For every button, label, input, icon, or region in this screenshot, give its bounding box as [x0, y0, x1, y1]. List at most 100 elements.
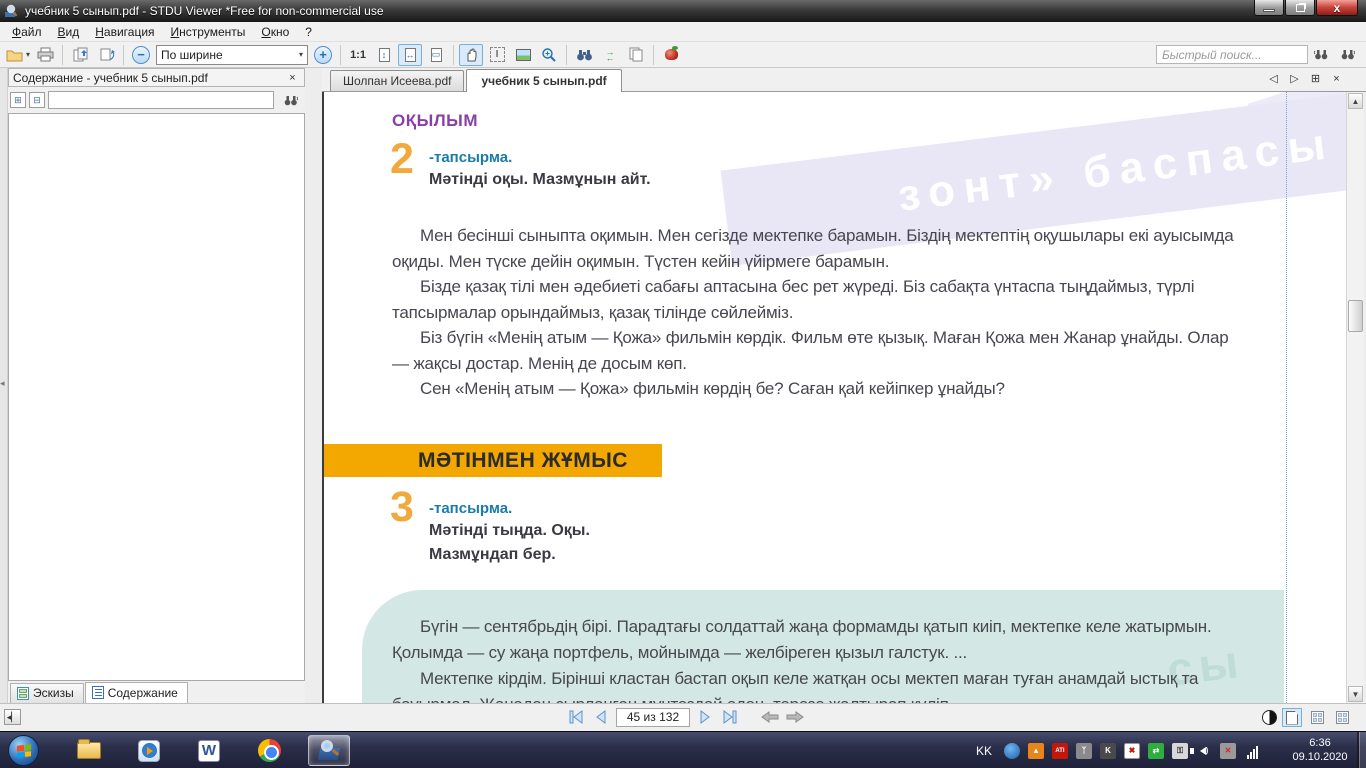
ati-catalyst-icon[interactable]: ATI	[1052, 742, 1068, 759]
fit-height-button[interactable]: ↕	[372, 44, 396, 66]
zoom-out-button[interactable]: −	[129, 44, 153, 66]
vertical-scrollbar[interactable]: ▲ ▼	[1346, 92, 1364, 703]
taskbar-word[interactable]: W	[188, 735, 230, 766]
page-indicator-input[interactable]	[616, 707, 690, 727]
doc-tab-uchebnik-label: учебник 5 сынып.pdf	[481, 74, 607, 88]
tab-close-icon[interactable]: ×	[1329, 71, 1344, 86]
text-select-button[interactable]: I	[485, 44, 509, 66]
back-arrow-icon	[761, 711, 779, 723]
search-prev-button[interactable]	[1309, 44, 1333, 66]
paragraph: Бізде қазақ тілі мен әдебиеті сабағы апт…	[392, 277, 1195, 322]
last-page-button[interactable]	[720, 707, 740, 727]
task2-instruction: Мәтінді оқы. Мазмұнын айт.	[429, 171, 651, 188]
power-plug-icon[interactable]: ⚿	[1172, 742, 1188, 759]
split-view-alt-button[interactable]	[1332, 708, 1352, 727]
scroll-down-button[interactable]: ▼	[1348, 686, 1363, 702]
taskbar-stdu-viewer[interactable]	[308, 735, 350, 766]
chrome-icon	[257, 739, 281, 762]
menu-tools[interactable]: Инструменты	[163, 23, 254, 41]
scroll-up-button[interactable]: ▲	[1348, 93, 1363, 109]
page-crop-line	[1286, 92, 1287, 703]
contents-tree[interactable]	[8, 113, 305, 681]
stdu-extra-tool-button[interactable]	[659, 44, 683, 66]
menu-navigation[interactable]: Навигация	[87, 23, 162, 41]
doc-tab-sholpan[interactable]: Шолпан Исеева.pdf	[330, 70, 465, 91]
sync-green-icon[interactable]: ⇄	[1148, 742, 1164, 759]
actual-size-button[interactable]: 1:1	[346, 44, 370, 66]
panel-close-icon[interactable]: ×	[285, 70, 300, 85]
menu-window[interactable]: Окно	[253, 23, 297, 41]
search-next-button[interactable]	[1335, 44, 1359, 66]
tabstrip-controls: ◁ ▷ ⊞ ×	[1266, 71, 1344, 86]
export-page-button[interactable]	[68, 44, 92, 66]
menu-help[interactable]: ?	[297, 23, 320, 41]
paragraph: Сен «Менің атым — Қожа» фильмін көрдің б…	[420, 379, 1005, 398]
language-indicator[interactable]: KK	[972, 744, 996, 758]
spreadsheet-error-icon[interactable]: ✖	[1124, 742, 1140, 759]
zoom-mode-select[interactable]: По ширине ▾	[156, 44, 309, 65]
show-desktop-button[interactable]	[1357, 732, 1366, 768]
search-button[interactable]	[572, 44, 596, 66]
taskbar-chrome[interactable]	[248, 735, 290, 766]
collapse-tree-icon[interactable]: ⊟	[29, 92, 45, 108]
media-player-icon	[138, 739, 160, 762]
doc-tab-uchebnik[interactable]: учебник 5 сынып.pdf	[466, 69, 622, 92]
brightness-icon[interactable]	[1262, 710, 1277, 725]
hand-tool-button[interactable]	[459, 43, 484, 66]
fit-page-button[interactable]: ▭	[424, 44, 448, 66]
panel-splitter[interactable]	[305, 68, 322, 703]
binoculars-icon	[576, 50, 592, 61]
tab-scroll-right-icon[interactable]: ▷	[1287, 71, 1302, 86]
first-page-button[interactable]	[566, 707, 586, 727]
open-dropdown-caret: ▾	[26, 50, 31, 59]
tab-list-icon[interactable]: ⊞	[1308, 71, 1323, 86]
fit-width-button[interactable]: ↔	[398, 43, 423, 66]
start-button[interactable]	[8, 735, 39, 766]
task3-instruction-line1: Мәтінді тыңда. Оқы.	[429, 522, 590, 539]
left-collapse-strip[interactable]: ◂	[0, 68, 8, 703]
print-button[interactable]	[33, 44, 57, 66]
network-status-icon[interactable]: ✕	[1220, 742, 1236, 759]
contents-search-input[interactable]	[48, 91, 274, 109]
volume-icon[interactable]: )	[1189, 743, 1212, 759]
antenna-icon[interactable]: ᛉ	[1076, 742, 1092, 759]
swap-pages-button[interactable]: → ←	[598, 44, 622, 66]
zoom-region-button[interactable]	[537, 44, 561, 66]
document-page[interactable]: зонт» баспасы ОҚЫЛЫМ 2 -тапсырма. Мәтінд…	[322, 92, 1346, 703]
split-view-button[interactable]	[1307, 708, 1327, 727]
collapse-panel-button[interactable]: ◂▏	[4, 709, 21, 725]
taskbar-media-player[interactable]	[128, 735, 170, 766]
history-forward-button[interactable]	[785, 707, 805, 727]
scrollbar-thumb[interactable]	[1348, 300, 1363, 332]
kaspersky-icon[interactable]: K	[1100, 742, 1116, 759]
menu-file[interactable]: Файл	[4, 23, 50, 41]
network-blue-icon[interactable]	[1004, 742, 1020, 759]
tab-scroll-left-icon[interactable]: ◁	[1266, 71, 1281, 86]
history-back-button[interactable]	[760, 707, 780, 727]
quick-search-input[interactable]	[1156, 45, 1308, 64]
single-page-view-button[interactable]	[1282, 708, 1302, 727]
minimize-button[interactable]	[1254, 0, 1284, 16]
system-tray: KK ▲ ATI ᛉ K ✖ ⇄ ⚿ ) ✕	[972, 732, 1260, 768]
signal-bars-icon[interactable]	[1244, 743, 1260, 759]
close-button[interactable]: x	[1316, 0, 1358, 16]
tab-thumbnails[interactable]: Эскизы	[10, 683, 84, 703]
screen: учебник 5 сынып.pdf - STDU Viewer *Free …	[0, 0, 1366, 768]
restore-button[interactable]	[1285, 0, 1315, 16]
image-select-button[interactable]	[511, 44, 535, 66]
expand-tree-icon[interactable]: ⊞	[10, 92, 26, 108]
rotate-page-button[interactable]	[94, 44, 118, 66]
contents-search-button[interactable]	[278, 89, 302, 111]
zoom-in-button[interactable]: +	[311, 44, 335, 66]
next-page-button[interactable]	[695, 707, 715, 727]
previous-page-button[interactable]	[591, 707, 611, 727]
toolbar-separator	[453, 44, 455, 65]
copy-pages-button[interactable]	[624, 44, 648, 66]
taskbar-clock[interactable]: 6:36 09.10.2020	[1284, 736, 1356, 764]
burn-tool-icon[interactable]: ▲	[1028, 742, 1044, 759]
open-file-button[interactable]: ▾	[5, 44, 31, 66]
tab-contents[interactable]: Содержание	[84, 682, 188, 703]
menu-view[interactable]: Вид	[50, 23, 88, 41]
taskbar-explorer[interactable]	[68, 735, 110, 766]
zoom-region-icon	[542, 47, 556, 62]
